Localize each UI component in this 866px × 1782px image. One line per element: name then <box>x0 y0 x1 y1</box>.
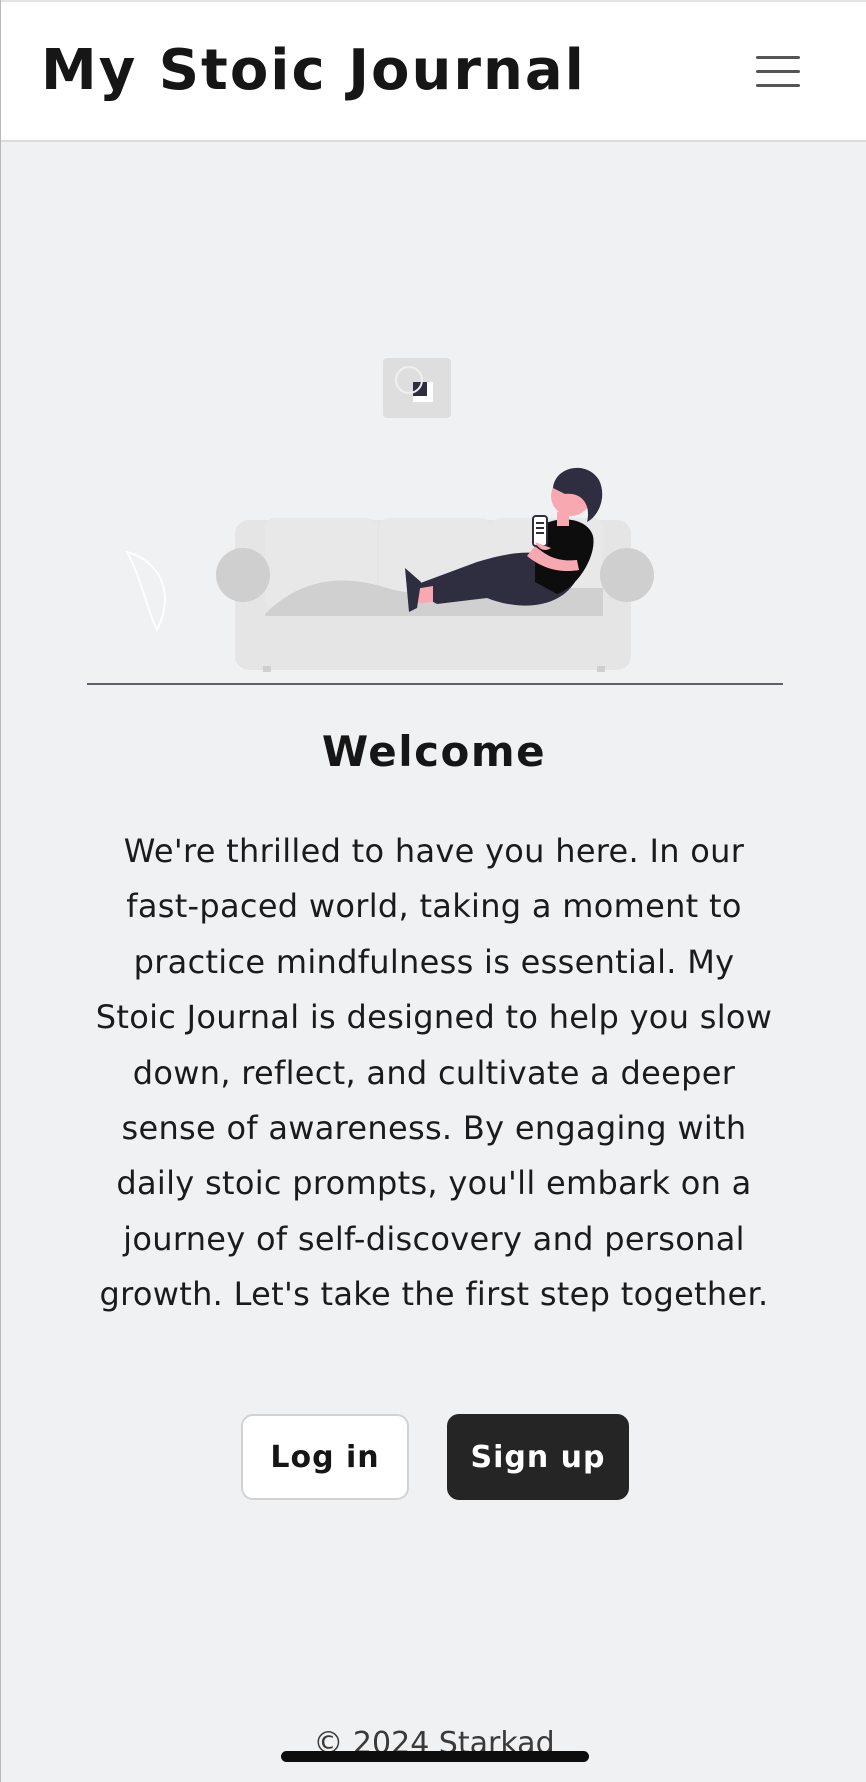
leaf-decoration <box>125 550 167 633</box>
menu-bar <box>756 70 800 73</box>
page: My Stoic Journal Welcome We're thrilled … <box>0 0 866 1782</box>
app-title[interactable]: My Stoic Journal <box>41 36 586 106</box>
menu-bar <box>756 84 800 87</box>
hamburger-menu-icon[interactable] <box>753 52 803 92</box>
app-header: My Stoic Journal <box>1 0 866 142</box>
welcome-heading: Welcome <box>321 727 547 776</box>
login-button[interactable]: Log in <box>241 1414 409 1500</box>
home-indicator[interactable] <box>281 1751 589 1762</box>
signup-button[interactable]: Sign up <box>447 1414 629 1500</box>
welcome-description: We're thrilled to have you here. In our … <box>95 832 773 1314</box>
hero-illustration <box>87 358 783 685</box>
picture-frame-icon <box>383 358 451 418</box>
menu-bar <box>756 56 800 59</box>
